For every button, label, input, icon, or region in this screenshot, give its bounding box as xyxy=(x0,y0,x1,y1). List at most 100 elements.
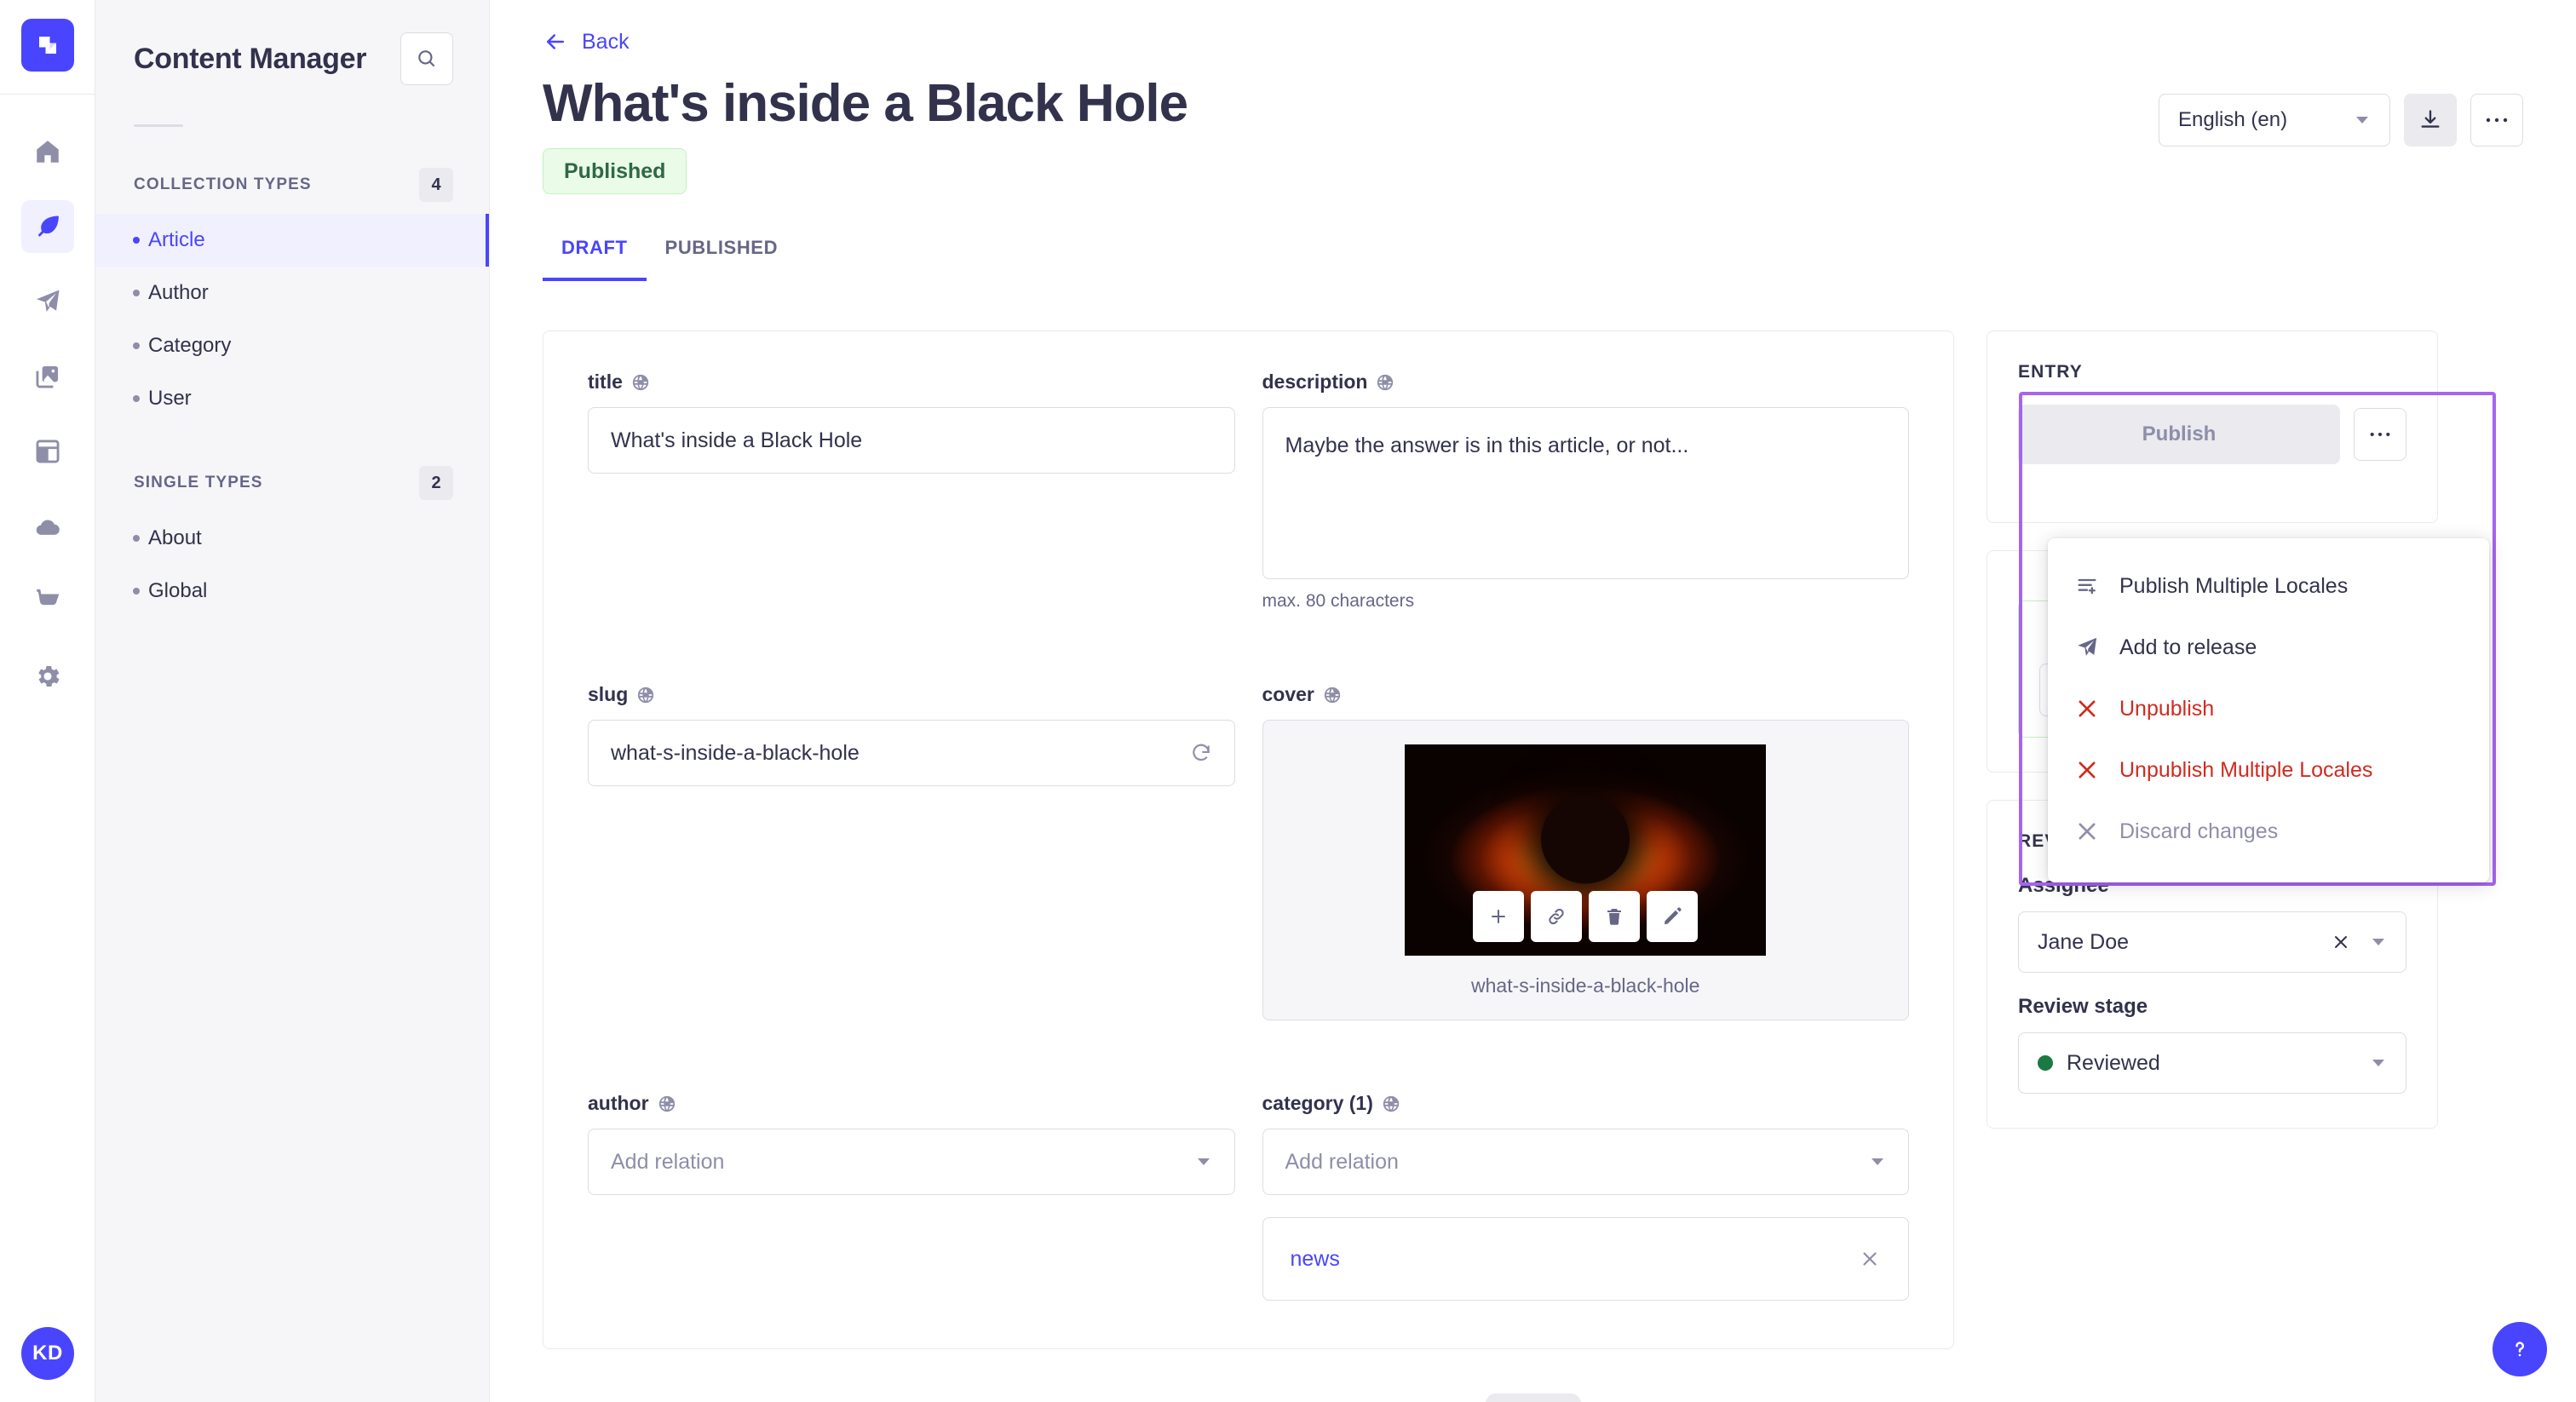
marketplace-cart-icon xyxy=(33,587,62,616)
menu-item-label: Unpublish xyxy=(2119,696,2215,721)
bullet-icon xyxy=(133,588,140,595)
field-label-text: description xyxy=(1262,371,1368,394)
menu-item-label: Discard changes xyxy=(2119,819,2279,843)
category-relation-select[interactable]: Add relation xyxy=(1262,1129,1909,1196)
download-button[interactable] xyxy=(2404,94,2457,147)
status-badge: Published xyxy=(543,148,687,195)
form-row-1: title What's inside a Black Hole descrip… xyxy=(588,371,1909,612)
bullet-icon xyxy=(133,535,140,542)
publish-button[interactable]: Publish xyxy=(2018,405,2340,465)
author-relation-select[interactable]: Add relation xyxy=(588,1129,1235,1196)
sidebar-item-label: Author xyxy=(148,281,209,304)
icon-rail: KD xyxy=(0,0,95,1402)
sidebar-item-category[interactable]: Category xyxy=(95,319,489,372)
review-stage-select[interactable]: Reviewed xyxy=(2018,1032,2406,1095)
add-asset-button[interactable] xyxy=(1473,891,1525,943)
sidebar-item-label: Global xyxy=(148,579,208,602)
field-title: title What's inside a Black Hole xyxy=(588,371,1235,612)
close-icon xyxy=(2075,758,2099,782)
sidebar-item-label: User xyxy=(148,387,192,410)
sidebar-item-about[interactable]: About xyxy=(95,512,489,565)
rail-item-releases[interactable] xyxy=(21,275,74,328)
help-button[interactable] xyxy=(2493,1322,2547,1376)
review-stage-value-wrap: Reviewed xyxy=(2038,1051,2160,1076)
back-link[interactable]: Back xyxy=(543,29,2523,55)
question-mark-icon xyxy=(2507,1336,2533,1362)
entry-panel: ENTRY Publish xyxy=(1987,330,2438,524)
menu-item-publish-multiple-locales[interactable]: Publish Multiple Locales xyxy=(2048,555,2489,617)
locale-select[interactable]: English (en) xyxy=(2159,94,2390,147)
chevron-down-icon xyxy=(2370,934,2387,951)
gear-icon xyxy=(33,662,62,691)
rail-item-content-manager[interactable] xyxy=(20,200,74,253)
sidebar-item-label: Article xyxy=(148,228,205,251)
menu-item-unpublish[interactable]: Unpublish xyxy=(2048,678,2489,739)
content-type-builder-icon xyxy=(33,437,62,466)
page-title: What's inside a Black Hole xyxy=(543,74,1188,133)
menu-item-unpublish-multiple-locales[interactable]: Unpublish Multiple Locales xyxy=(2048,739,2489,801)
strapi-logo-icon[interactable] xyxy=(20,19,74,72)
arrow-left-icon xyxy=(543,29,568,55)
rail-item-content-type-builder[interactable] xyxy=(21,425,74,478)
pencil-icon xyxy=(1662,906,1682,927)
slug-input[interactable]: what-s-inside-a-black-hole xyxy=(588,720,1235,787)
refresh-icon[interactable] xyxy=(1190,742,1212,764)
sidebar-item-article[interactable]: Article xyxy=(95,214,489,267)
rail-item-settings[interactable] xyxy=(21,650,74,703)
back-label: Back xyxy=(582,29,630,54)
assignee-select[interactable]: Jane Doe xyxy=(2018,911,2406,974)
rail-item-cloud[interactable] xyxy=(21,500,74,553)
sidebar-collection-types-list: Article Author Category User xyxy=(95,214,489,425)
stage-color-dot xyxy=(2038,1055,2053,1072)
field-description: description Maybe the answer is in this … xyxy=(1262,371,1909,612)
description-textarea[interactable]: Maybe the answer is in this article, or … xyxy=(1262,407,1909,580)
bullet-icon xyxy=(133,237,140,244)
edit-asset-button[interactable] xyxy=(1647,891,1699,943)
chevron-down-icon xyxy=(1195,1153,1212,1170)
sidebar-item-label: About xyxy=(148,526,202,549)
more-horizontal-icon xyxy=(2485,116,2509,124)
publish-more-button[interactable] xyxy=(2354,408,2406,462)
tab-published[interactable]: PUBLISHED xyxy=(647,237,797,281)
avatar-initials: KD xyxy=(32,1342,63,1365)
cover-actions-toolbar xyxy=(1473,891,1699,943)
sidebar-item-user[interactable]: User xyxy=(95,372,489,425)
relation-name[interactable]: news xyxy=(1291,1247,1340,1272)
form-row-2: slug what-s-inside-a-black-hole cover wh… xyxy=(588,683,1909,1021)
sidebar-item-author[interactable]: Author xyxy=(95,267,489,319)
sidebar-group-count: 4 xyxy=(419,168,453,202)
tab-draft[interactable]: DRAFT xyxy=(543,237,647,282)
download-icon xyxy=(2418,108,2442,132)
publish-options-dropdown: Publish Multiple Locales Add to release … xyxy=(2048,538,2489,882)
copy-link-button[interactable] xyxy=(1531,891,1583,943)
bullet-icon xyxy=(133,395,140,402)
app-root: KD Content Manager COLLECTION TYPES 4 Ar… xyxy=(0,0,2576,1402)
media-library-icon xyxy=(33,362,62,391)
close-icon[interactable] xyxy=(1859,1248,1881,1270)
search-button[interactable] xyxy=(400,32,453,85)
delete-asset-button[interactable] xyxy=(1589,891,1641,943)
category-placeholder: Add relation xyxy=(1285,1149,1399,1174)
sidebar-item-global[interactable]: Global xyxy=(95,565,489,618)
globe-icon xyxy=(636,686,655,704)
title-input-value: What's inside a Black Hole xyxy=(611,428,863,452)
bullet-icon xyxy=(133,342,140,349)
menu-item-label: Publish Multiple Locales xyxy=(2119,573,2349,598)
more-options-button[interactable] xyxy=(2470,94,2523,147)
entry-tabs: DRAFT PUBLISHED xyxy=(543,237,2523,282)
list-plus-icon xyxy=(2075,574,2099,598)
avatar[interactable]: KD xyxy=(21,1327,74,1380)
field-author-label: author xyxy=(588,1092,1235,1115)
field-author: author Add relation xyxy=(588,1092,1235,1301)
title-row: What's inside a Black Hole Published Eng… xyxy=(543,74,2523,195)
plus-icon xyxy=(1488,906,1509,927)
menu-item-add-to-release[interactable]: Add to release xyxy=(2048,617,2489,678)
title-input[interactable]: What's inside a Black Hole xyxy=(588,407,1235,474)
rail-item-home[interactable] xyxy=(21,125,74,178)
home-icon xyxy=(33,137,62,166)
paper-plane-icon xyxy=(33,287,62,316)
form-gap-2 xyxy=(588,1020,1909,1092)
rail-item-marketplace[interactable] xyxy=(21,575,74,628)
rail-item-media-library[interactable] xyxy=(21,350,74,403)
close-icon[interactable] xyxy=(2331,932,2351,952)
